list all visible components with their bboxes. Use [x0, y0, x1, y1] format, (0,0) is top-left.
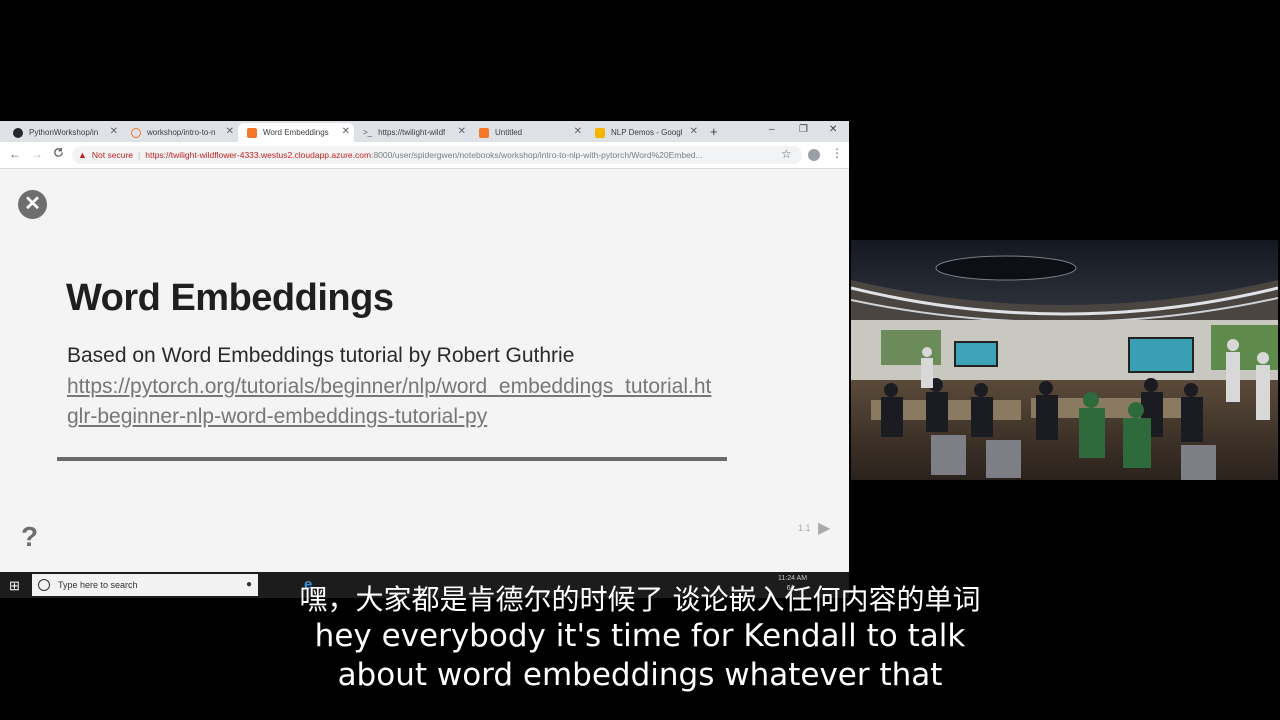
browser-window: PythonWorkshop/in ✕ workshop/intro-to-n …	[0, 121, 849, 572]
url-host: https://twilight-wildflower-4333.westus2…	[145, 150, 372, 160]
jupyter-icon	[131, 127, 141, 138]
close-window-button[interactable]: ✕	[829, 124, 837, 135]
slide-title: Word Embeddings	[66, 277, 394, 319]
terminal-icon: >_	[363, 127, 373, 137]
menu-icon[interactable]: ⋮	[831, 146, 843, 160]
reload-button[interactable]	[53, 147, 64, 161]
close-tab-icon[interactable]: ✕	[226, 126, 234, 137]
divider	[57, 457, 727, 461]
tab-nlp-demos[interactable]: NLP Demos - Googl ✕	[586, 123, 702, 142]
address-bar[interactable]: ▲ Not secure | https://twilight-wildflow…	[72, 146, 802, 164]
new-tab-button[interactable]: +	[710, 124, 718, 139]
bookmark-star-icon[interactable]: ☆	[781, 147, 792, 161]
webcam-video	[851, 240, 1278, 480]
close-tab-icon[interactable]: ✕	[110, 126, 118, 137]
separator: |	[138, 150, 141, 160]
tab-untitled[interactable]: Untitled ✕	[470, 123, 586, 142]
notebook-icon	[479, 127, 489, 138]
subtitle-english-line1: hey everybody it's time for Kendall to t…	[314, 618, 966, 654]
next-slide-icon[interactable]: ▶	[818, 518, 830, 538]
slides-icon	[595, 127, 605, 138]
reload-icon	[54, 147, 63, 157]
slide-number: 1.1	[798, 523, 811, 533]
github-icon	[13, 127, 23, 138]
slide-subtitle: Based on Word Embeddings tutorial by Rob…	[67, 344, 575, 367]
tab-title: workshop/intro-to-n	[147, 128, 216, 137]
close-icon[interactable]: ✕	[18, 190, 47, 219]
forward-button[interactable]: →	[31, 147, 43, 161]
slide: ✕ Word Embeddings Based on Word Embeddin…	[0, 169, 849, 572]
profile-avatar[interactable]	[808, 149, 820, 161]
back-button[interactable]: ←	[9, 147, 21, 161]
tab-title: NLP Demos - Googl	[611, 128, 683, 137]
subtitle-chinese: 嘿，大家都是肯德尔的时候了 谈论嵌入任何内容的单词	[299, 583, 981, 616]
maximize-button[interactable]: ❐	[799, 124, 808, 135]
tab-title: PythonWorkshop/in	[29, 128, 99, 137]
browser-toolbar: ← → ▲ Not secure | https://twilight-wild…	[0, 142, 849, 169]
subtitle-english-line2: about word embeddings whatever that	[337, 657, 943, 693]
security-label[interactable]: Not secure	[92, 150, 133, 160]
help-icon[interactable]: ?	[21, 521, 38, 553]
tab-word-embeddings[interactable]: Word Embeddings ✕	[238, 123, 354, 142]
tab-title: Untitled	[495, 128, 523, 137]
close-tab-icon[interactable]: ✕	[574, 126, 582, 137]
tab-workshop-intro[interactable]: workshop/intro-to-n ✕	[122, 123, 238, 142]
tab-title: Word Embeddings	[263, 128, 329, 137]
tutorial-link-continued[interactable]: glr-beginner-nlp-word-embeddings-tutoria…	[67, 405, 487, 429]
tutorial-link[interactable]: https://pytorch.org/tutorials/beginner/n…	[67, 375, 827, 399]
minimize-button[interactable]: –	[769, 124, 775, 135]
close-tab-icon[interactable]: ✕	[458, 126, 466, 137]
close-tab-icon[interactable]: ✕	[342, 126, 350, 137]
tab-strip: PythonWorkshop/in ✕ workshop/intro-to-n …	[0, 121, 849, 142]
tab-title: https://twilight-wildf	[378, 128, 446, 137]
notebook-icon	[247, 127, 257, 138]
url-path: :8000/user/spidergwen/notebooks/workshop…	[371, 150, 703, 160]
tab-pythonworkshop[interactable]: PythonWorkshop/in ✕	[4, 123, 122, 142]
tab-twilight[interactable]: >_ https://twilight-wildf ✕	[354, 123, 470, 142]
classroom-image	[851, 240, 1278, 480]
close-tab-icon[interactable]: ✕	[690, 126, 698, 137]
warning-icon: ▲	[78, 150, 87, 160]
